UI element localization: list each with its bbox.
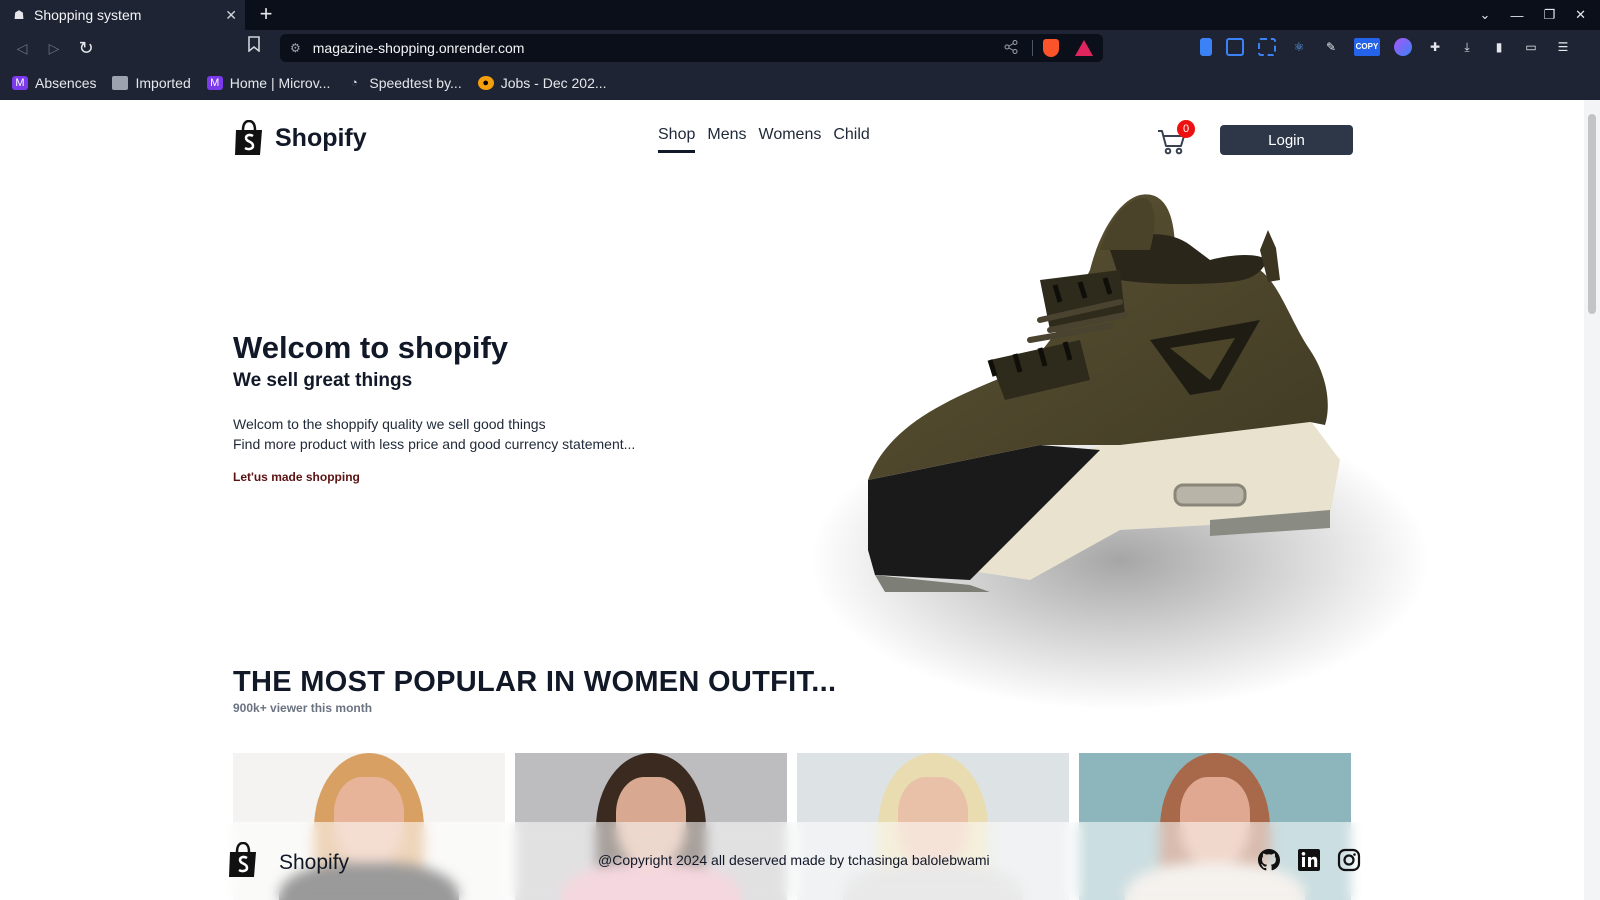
bookmark-imported[interactable]: Imported — [112, 75, 191, 91]
browser-tab-bar: ☗ Shopping system ✕ + ⌄ — ❐ ✕ — [0, 0, 1600, 30]
microvision-icon: M — [12, 76, 28, 90]
social-links — [1257, 848, 1361, 872]
urlbar-separator — [1032, 40, 1033, 56]
popular-heading: THE MOST POPULAR IN WOMEN OUTFIT... — [233, 666, 837, 698]
brave-shields-icon[interactable] — [1043, 39, 1059, 57]
popular-viewer-count: 900k+ viewer this month — [233, 701, 373, 715]
new-tab-button[interactable]: + — [251, 0, 281, 30]
back-button[interactable]: ◁ — [6, 32, 38, 64]
footer-logo[interactable]: Shopify — [227, 841, 350, 883]
wallet-icon[interactable]: ▭ — [1522, 38, 1540, 56]
nav-womens[interactable]: Womens — [759, 126, 822, 153]
shop-cta-link[interactable]: Let'us made shopping — [233, 470, 360, 484]
cart-button[interactable]: 0 — [1157, 120, 1195, 156]
url-text[interactable]: magazine-shopping.onrender.com — [313, 40, 1004, 56]
bookmark-label: Home | Microv... — [229, 75, 331, 91]
reload-button[interactable]: ↻ — [70, 32, 102, 64]
jobs-icon: ● — [477, 76, 494, 90]
nav-shop[interactable]: Shop — [658, 126, 696, 153]
hero-section: Welcom to shopify We sell great things W… — [233, 330, 793, 486]
bookmark-label: Speedtest by... — [369, 75, 462, 91]
bookmark-home-microv[interactable]: M Home | Microv... — [206, 75, 331, 91]
address-bar[interactable]: ⚙ magazine-shopping.onrender.com — [280, 34, 1103, 62]
bookmarks-bar: M Absences Imported M Home | Microv... ◔… — [0, 66, 1600, 100]
close-window-icon[interactable]: ✕ — [1575, 7, 1586, 23]
bookmark-page-icon[interactable] — [248, 36, 260, 56]
forward-button[interactable]: ▷ — [38, 32, 70, 64]
page-scrollbar[interactable] — [1584, 100, 1600, 900]
github-icon[interactable] — [1257, 848, 1281, 872]
shopping-bag-logo-icon — [233, 119, 265, 156]
bookmark-speedtest[interactable]: ◔ Speedtest by... — [346, 75, 462, 91]
speedtest-icon: ◔ — [351, 77, 358, 89]
bookmark-jobs[interactable]: ● Jobs - Dec 202... — [477, 75, 607, 91]
window-controls: ⌄ — ❐ ✕ — [1480, 0, 1586, 30]
extensions-puzzle-icon[interactable]: ✚ — [1426, 38, 1444, 56]
nav-mens[interactable]: Mens — [707, 126, 746, 153]
minimize-icon[interactable]: — — [1510, 8, 1523, 23]
brave-rewards-icon[interactable] — [1075, 40, 1093, 56]
tab-title: Shopping system — [34, 7, 142, 23]
share-icon[interactable] — [1004, 39, 1018, 57]
hero-description-line1: Welcom to the shoppify quality we sell g… — [233, 416, 546, 432]
menu-icon[interactable]: ☰ — [1554, 38, 1572, 56]
sidebar-icon[interactable]: ▮ — [1490, 38, 1508, 56]
login-button[interactable]: Login — [1220, 125, 1353, 155]
downloads-icon[interactable]: ⤓ — [1458, 38, 1476, 56]
browser-tab[interactable]: ☗ Shopping system ✕ — [0, 0, 245, 30]
popular-section: THE MOST POPULAR IN WOMEN OUTFIT... 900k… — [233, 666, 836, 715]
browser-toolbar: ◁ ▷ ↻ ⚙ magazine-shopping.onrender.com ⚛… — [0, 30, 1600, 66]
close-tab-icon[interactable]: ✕ — [225, 7, 237, 24]
capture-extension-icon[interactable] — [1258, 38, 1276, 56]
copy-extension-icon[interactable]: COPY — [1354, 38, 1380, 56]
linkedin-icon[interactable] — [1297, 848, 1321, 872]
microvision-icon: M — [206, 76, 223, 90]
copyright-text: @Copyright 2024 all deserved made by tch… — [598, 852, 990, 868]
restore-icon[interactable]: ❐ — [1543, 7, 1555, 23]
bookmark-label: Imported — [135, 75, 191, 91]
color-picker-icon[interactable]: ✎ — [1322, 38, 1340, 56]
nav-child[interactable]: Child — [833, 126, 869, 153]
hero-title: Welcom to shopify — [233, 330, 509, 365]
bookmark-label: Jobs - Dec 202... — [500, 75, 607, 91]
screenshot-extension-icon[interactable] — [1226, 38, 1244, 56]
hero-sneaker-image — [790, 190, 1470, 750]
cart-count-badge: 0 — [1177, 120, 1195, 138]
bookmark-absences[interactable]: M Absences — [12, 75, 96, 91]
document-extension-icon[interactable] — [1200, 38, 1212, 56]
tab-list-chevron-icon[interactable]: ⌄ — [1480, 7, 1491, 23]
shopping-bag-logo-icon — [227, 841, 259, 883]
react-devtools-icon[interactable]: ⚛ — [1290, 38, 1308, 56]
site-logo[interactable]: Shopify — [233, 119, 367, 156]
site-header: Shopify Shop Mens Womens Child 0 Login — [233, 118, 1353, 168]
ai-extension-icon[interactable] — [1394, 38, 1412, 56]
extensions-toolbar: ⚛ ✎ COPY ✚ ⤓ ▮ ▭ ☰ — [1200, 38, 1572, 56]
brand-name: Shopify — [275, 123, 367, 152]
instagram-icon[interactable] — [1337, 848, 1361, 872]
hero-description-line2: Find more product with less price and go… — [233, 436, 636, 452]
scrollbar-thumb[interactable] — [1588, 114, 1596, 314]
footer-brand-name: Shopify — [279, 850, 350, 874]
folder-icon — [112, 76, 129, 90]
bookmark-label: Absences — [35, 75, 97, 91]
web-page: Shopify Shop Mens Womens Child 0 Login W… — [0, 100, 1584, 900]
hero-subtitle: We sell great things — [233, 370, 413, 391]
site-footer: Shopify @Copyright 2024 all deserved mad… — [225, 822, 1361, 900]
site-info-icon[interactable]: ⚙ — [290, 41, 301, 55]
site-favicon-icon: ☗ — [13, 8, 25, 22]
main-nav: Shop Mens Womens Child — [658, 126, 870, 153]
